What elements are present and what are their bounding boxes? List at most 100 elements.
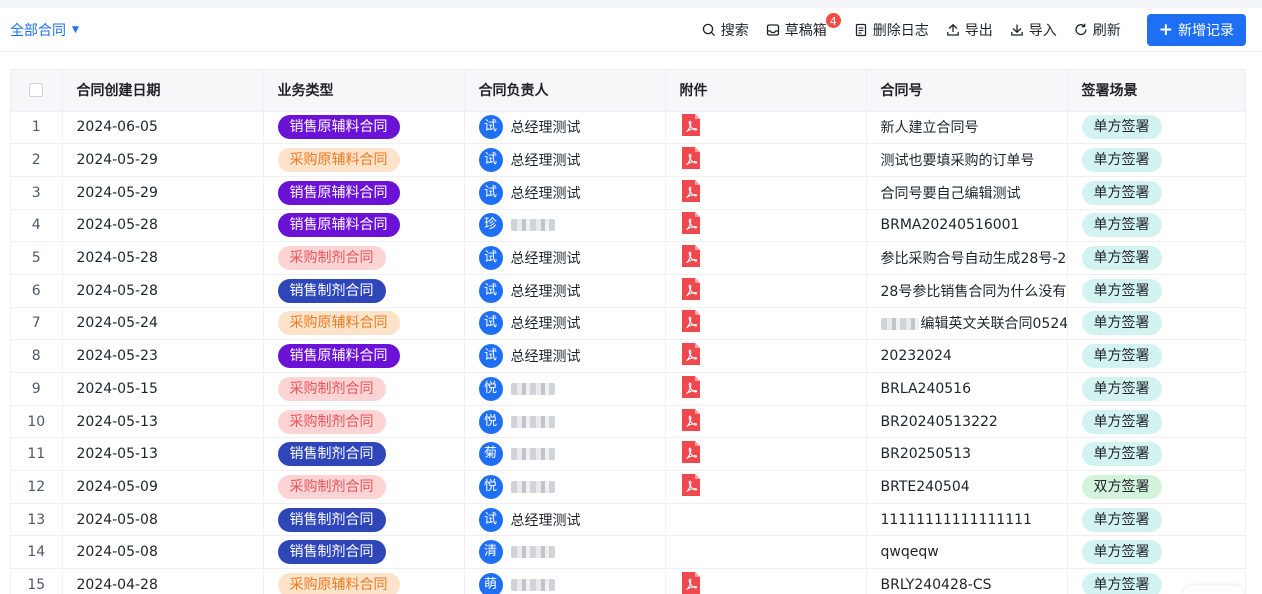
business-type-cell: 采购制剂合同: [263, 241, 465, 275]
created-date-cell: 2024-05-09: [62, 470, 264, 504]
pdf-file-icon[interactable]: [680, 440, 702, 468]
table-row[interactable]: 8 2024-05-23 销售原辅料合同 试总经理测试 20232024 单方签署: [11, 339, 1245, 373]
pdf-file-icon[interactable]: [680, 244, 702, 272]
floating-widget[interactable]: [1183, 586, 1243, 594]
pdf-file-icon[interactable]: [680, 408, 702, 436]
header-signing-scene[interactable]: 签署场景: [1067, 70, 1245, 112]
pdf-file-icon[interactable]: [680, 179, 702, 207]
table-row[interactable]: 9 2024-05-15 采购制剂合同 悦 BRLA240516 单方签署: [11, 372, 1245, 406]
created-date-cell: 2024-05-15: [62, 372, 264, 406]
pdf-file-icon[interactable]: [680, 146, 702, 174]
contract-number-text: 28号参比销售合同为什么没有: [880, 283, 1067, 300]
created-date-cell: 2024-05-08: [62, 535, 264, 570]
pdf-file-icon[interactable]: [680, 309, 702, 337]
table-row[interactable]: 10 2024-05-13 采购制剂合同 悦 BR20240513222 单方签署: [11, 405, 1245, 439]
signing-scene-cell: 单方签署: [1067, 307, 1245, 341]
import-label: 导入: [1028, 23, 1057, 39]
row-number: 1: [11, 111, 63, 145]
owner-cell: 试总经理测试: [464, 274, 666, 308]
business-type-tag: 销售制剂合同: [277, 442, 386, 467]
attachment-cell: [665, 339, 867, 373]
owner-name: 总经理测试: [510, 185, 581, 202]
top-strip: [0, 0, 1262, 8]
row-number: 2: [11, 143, 63, 177]
contract-number-text: 20232024: [880, 348, 952, 365]
pdf-file-icon[interactable]: [680, 571, 702, 594]
pdf-file-icon[interactable]: [680, 211, 702, 239]
header-owner[interactable]: 合同负责人: [464, 70, 666, 112]
contract-number-text: 新人建立合同号: [880, 120, 979, 137]
header-business-type[interactable]: 业务类型: [263, 70, 465, 112]
select-all-checkbox-cell[interactable]: [11, 70, 63, 112]
import-button[interactable]: 导入: [1010, 20, 1057, 40]
refresh-label: 刷新: [1092, 23, 1121, 39]
table-row[interactable]: 14 2024-05-08 销售制剂合同 清 qwqeqw 单方签署: [11, 535, 1245, 570]
table-row[interactable]: 3 2024-05-29 销售原辅料合同 试总经理测试 合同号要自己编辑测试 单方签署: [11, 176, 1245, 210]
redacted-owner-name: [510, 415, 555, 428]
created-date-cell: 2024-05-13: [62, 405, 264, 439]
table-row[interactable]: 13 2024-05-08 销售制剂合同 试总经理测试 1111111111111111…: [11, 503, 1245, 537]
table-row[interactable]: 12 2024-05-09 采购制剂合同 悦 BRTE240504 双方签署: [11, 470, 1245, 504]
drafts-button[interactable]: 草稿箱 4: [766, 12, 842, 40]
toolbar: 全部合同 ▼ 搜索 草稿箱 4 删除日志 导出 导入 刷新 + 新增记录: [0, 8, 1262, 52]
business-type-cell: 销售制剂合同: [263, 437, 465, 472]
pdf-file-icon[interactable]: [680, 375, 702, 403]
attachment-cell: [665, 241, 867, 275]
row-number: 14: [11, 535, 63, 570]
pdf-file-icon[interactable]: [680, 113, 702, 141]
pdf-file-icon[interactable]: [680, 277, 702, 305]
contract-number-cell: 合同号要自己编辑测试: [866, 176, 1068, 210]
table-row[interactable]: 15 2024-04-28 采购原辅料合同 萌 BRLY240428-CS 单方签署: [11, 568, 1245, 594]
signing-scene-cell: 单方签署: [1067, 339, 1245, 373]
row-number: 5: [11, 241, 63, 275]
signing-scene-tag: 单方签署: [1081, 376, 1162, 401]
delete-log-button[interactable]: 删除日志: [854, 20, 929, 40]
header-contract-number[interactable]: 合同号: [866, 70, 1068, 112]
select-all-checkbox[interactable]: [29, 83, 44, 98]
signing-scene-tag: 单方签署: [1081, 409, 1162, 434]
business-type-tag: 采购原辅料合同: [277, 572, 400, 594]
attachment-cell: [665, 176, 867, 210]
view-selector[interactable]: 全部合同 ▼: [10, 20, 79, 40]
created-date-cell: 2024-05-13: [62, 437, 264, 472]
search-icon: [702, 23, 716, 37]
business-type-tag: 采购制剂合同: [277, 474, 386, 499]
owner-cell: 试总经理测试: [464, 241, 666, 275]
avatar: 悦: [478, 474, 503, 499]
avatar: 悦: [478, 376, 503, 401]
owner-name: 总经理测试: [510, 512, 581, 529]
owner-name: 总经理测试: [510, 349, 581, 366]
contract-number-text: 参比采购合号自动生成28号-2: [880, 251, 1067, 268]
header-attachment[interactable]: 附件: [665, 70, 867, 112]
row-number: 7: [11, 307, 63, 341]
contract-number-cell: qwqeqw: [866, 535, 1068, 570]
owner-cell: 试总经理测试: [464, 176, 666, 210]
signing-scene-cell: 单方签署: [1067, 111, 1245, 145]
table-row[interactable]: 1 2024-06-05 销售原辅料合同 试总经理测试 新人建立合同号 单方签署: [11, 111, 1245, 145]
redacted-owner-name: [510, 382, 555, 395]
pdf-file-icon[interactable]: [680, 342, 702, 370]
row-number: 9: [11, 372, 63, 406]
search-button[interactable]: 搜索: [702, 20, 749, 40]
add-record-button[interactable]: + 新增记录: [1146, 14, 1246, 46]
business-type-tag: 销售原辅料合同: [277, 180, 400, 205]
business-type-tag: 采购制剂合同: [277, 246, 386, 271]
owner-cell: 悦: [464, 405, 666, 439]
header-created-date[interactable]: 合同创建日期: [62, 70, 264, 112]
table-row[interactable]: 5 2024-05-28 采购制剂合同 试总经理测试 参比采购合号自动生成28号-2 单方…: [11, 241, 1245, 275]
refresh-button[interactable]: 刷新: [1074, 20, 1121, 40]
business-type-cell: 采购原辅料合同: [263, 568, 465, 594]
table-row[interactable]: 7 2024-05-24 采购原辅料合同 试总经理测试 编辑英文关联合同0524 单方签署: [11, 307, 1245, 341]
business-type-cell: 采购制剂合同: [263, 470, 465, 504]
table-row[interactable]: 4 2024-05-28 销售原辅料合同 珍 BRMA20240516001 单方签署: [11, 209, 1245, 243]
table-row[interactable]: 6 2024-05-28 销售制剂合同 试总经理测试 28号参比销售合同为什么没有 单方签…: [11, 274, 1245, 308]
attachment-cell: [665, 405, 867, 439]
pdf-file-icon[interactable]: [680, 473, 702, 501]
table-row[interactable]: 2 2024-05-29 采购原辅料合同 试总经理测试 测试也要填采购的订单号 单方签署: [11, 143, 1245, 177]
export-button[interactable]: 导出: [946, 20, 993, 40]
signing-scene-tag: 单方签署: [1081, 344, 1162, 369]
attachment-cell: [665, 209, 867, 243]
table-row[interactable]: 11 2024-05-13 销售制剂合同 菊 BR20250513 单方签署: [11, 437, 1245, 472]
attachment-cell: [665, 535, 867, 570]
avatar: 试: [478, 246, 503, 271]
